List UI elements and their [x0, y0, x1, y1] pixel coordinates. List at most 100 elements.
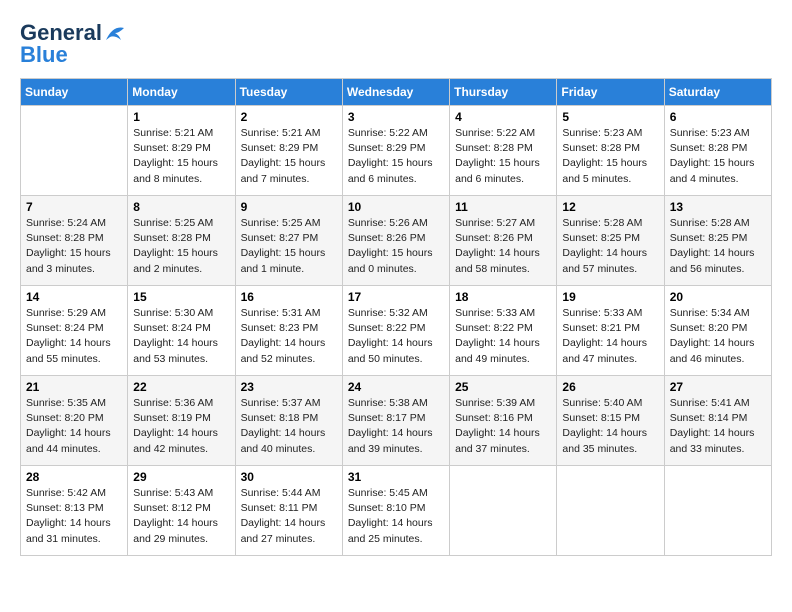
- calendar-cell: 9 Sunrise: 5:25 AM Sunset: 8:27 PM Daylig…: [235, 196, 342, 286]
- calendar-cell: 26Sunrise: 5:40 AM Sunset: 8:15 PM Dayli…: [557, 376, 664, 466]
- day-info: Sunrise: 5:25 AM Sunset: 8:27 PM Dayligh…: [241, 216, 337, 277]
- calendar-cell: 27Sunrise: 5:41 AM Sunset: 8:14 PM Dayli…: [664, 376, 771, 466]
- day-info: Sunrise: 5:28 AM Sunset: 8:25 PM Dayligh…: [670, 216, 766, 277]
- calendar-cell: 17 Sunrise: 5:32 AM Sunset: 8:22 PM Dayli…: [342, 286, 449, 376]
- calendar-cell: 2Sunrise: 5:21 AM Sunset: 8:29 PM Daylig…: [235, 106, 342, 196]
- day-number: 12: [562, 200, 658, 214]
- calendar-cell: 7Sunrise: 5:24 AM Sunset: 8:28 PM Daylig…: [21, 196, 128, 286]
- dow-header-wednesday: Wednesday: [342, 79, 449, 106]
- logo-blue-text: Blue: [20, 42, 68, 68]
- day-number: 11: [455, 200, 551, 214]
- calendar-cell: 8 Sunrise: 5:25 AM Sunset: 8:28 PM Daylig…: [128, 196, 235, 286]
- calendar-cell: 4 Sunrise: 5:22 AM Sunset: 8:28 PM Daylig…: [450, 106, 557, 196]
- calendar-cell: 19 Sunrise: 5:33 AM Sunset: 8:21 PM Dayli…: [557, 286, 664, 376]
- day-info: Sunrise: 5:22 AM Sunset: 8:28 PM Dayligh…: [455, 126, 551, 187]
- day-info: Sunrise: 5:26 AM Sunset: 8:26 PM Dayligh…: [348, 216, 444, 277]
- day-info: Sunrise: 5:42 AM Sunset: 8:13 PM Dayligh…: [26, 486, 122, 547]
- calendar-cell: 5 Sunrise: 5:23 AM Sunset: 8:28 PM Daylig…: [557, 106, 664, 196]
- day-number: 21: [26, 380, 122, 394]
- day-number: 8: [133, 200, 229, 214]
- calendar-cell: 30 Sunrise: 5:44 AM Sunset: 8:11 PM Dayli…: [235, 466, 342, 556]
- day-number: 13: [670, 200, 766, 214]
- day-info: Sunrise: 5:23 AM Sunset: 8:28 PM Dayligh…: [670, 126, 766, 187]
- calendar-cell: 13 Sunrise: 5:28 AM Sunset: 8:25 PM Dayli…: [664, 196, 771, 286]
- day-info: Sunrise: 5:32 AM Sunset: 8:22 PM Dayligh…: [348, 306, 444, 367]
- calendar-cell: 12 Sunrise: 5:28 AM Sunset: 8:25 PM Dayli…: [557, 196, 664, 286]
- logo-bird-icon: [104, 24, 126, 42]
- day-number: 1: [133, 110, 229, 124]
- day-info: Sunrise: 5:30 AM Sunset: 8:24 PM Dayligh…: [133, 306, 229, 367]
- day-number: 30: [241, 470, 337, 484]
- day-number: 20: [670, 290, 766, 304]
- day-number: 15: [133, 290, 229, 304]
- day-number: 10: [348, 200, 444, 214]
- day-number: 3: [348, 110, 444, 124]
- dow-header-sunday: Sunday: [21, 79, 128, 106]
- day-number: 28: [26, 470, 122, 484]
- day-info: Sunrise: 5:33 AM Sunset: 8:21 PM Dayligh…: [562, 306, 658, 367]
- calendar-cell: 11 Sunrise: 5:27 AM Sunset: 8:26 PM Dayli…: [450, 196, 557, 286]
- calendar-cell: [21, 106, 128, 196]
- day-number: 2: [241, 110, 337, 124]
- calendar-cell: 14 Sunrise: 5:29 AM Sunset: 8:24 PM Dayli…: [21, 286, 128, 376]
- calendar-cell: 29 Sunrise: 5:43 AM Sunset: 8:12 PM Dayli…: [128, 466, 235, 556]
- dow-header-thursday: Thursday: [450, 79, 557, 106]
- dow-header-tuesday: Tuesday: [235, 79, 342, 106]
- dow-header-friday: Friday: [557, 79, 664, 106]
- day-number: 19: [562, 290, 658, 304]
- logo: General Blue: [20, 20, 127, 68]
- day-number: 17: [348, 290, 444, 304]
- day-number: 4: [455, 110, 551, 124]
- day-info: Sunrise: 5:25 AM Sunset: 8:28 PM Dayligh…: [133, 216, 229, 277]
- day-info: Sunrise: 5:40 AM Sunset: 8:15 PM Dayligh…: [562, 396, 658, 457]
- day-number: 23: [241, 380, 337, 394]
- day-info: Sunrise: 5:22 AM Sunset: 8:29 PM Dayligh…: [348, 126, 444, 187]
- dow-header-monday: Monday: [128, 79, 235, 106]
- day-info: Sunrise: 5:23 AM Sunset: 8:28 PM Dayligh…: [562, 126, 658, 187]
- calendar-cell: 6 Sunrise: 5:23 AM Sunset: 8:28 PM Daylig…: [664, 106, 771, 196]
- day-number: 14: [26, 290, 122, 304]
- day-number: 31: [348, 470, 444, 484]
- calendar-cell: 16Sunrise: 5:31 AM Sunset: 8:23 PM Dayli…: [235, 286, 342, 376]
- calendar-cell: 21Sunrise: 5:35 AM Sunset: 8:20 PM Dayli…: [21, 376, 128, 466]
- day-number: 24: [348, 380, 444, 394]
- day-info: Sunrise: 5:27 AM Sunset: 8:26 PM Dayligh…: [455, 216, 551, 277]
- day-number: 27: [670, 380, 766, 394]
- day-number: 18: [455, 290, 551, 304]
- calendar-cell: 18 Sunrise: 5:33 AM Sunset: 8:22 PM Dayli…: [450, 286, 557, 376]
- calendar-cell: [664, 466, 771, 556]
- day-number: 22: [133, 380, 229, 394]
- day-info: Sunrise: 5:45 AM Sunset: 8:10 PM Dayligh…: [348, 486, 444, 547]
- day-number: 6: [670, 110, 766, 124]
- calendar-cell: 22 Sunrise: 5:36 AM Sunset: 8:19 PM Dayli…: [128, 376, 235, 466]
- calendar-cell: 15 Sunrise: 5:30 AM Sunset: 8:24 PM Dayli…: [128, 286, 235, 376]
- page-header: General Blue: [20, 20, 772, 68]
- day-number: 29: [133, 470, 229, 484]
- calendar-cell: [557, 466, 664, 556]
- day-number: 5: [562, 110, 658, 124]
- day-number: 16: [241, 290, 337, 304]
- day-info: Sunrise: 5:36 AM Sunset: 8:19 PM Dayligh…: [133, 396, 229, 457]
- day-info: Sunrise: 5:29 AM Sunset: 8:24 PM Dayligh…: [26, 306, 122, 367]
- calendar-cell: 1 Sunrise: 5:21 AM Sunset: 8:29 PM Daylig…: [128, 106, 235, 196]
- day-info: Sunrise: 5:43 AM Sunset: 8:12 PM Dayligh…: [133, 486, 229, 547]
- calendar-cell: 24 Sunrise: 5:38 AM Sunset: 8:17 PM Dayli…: [342, 376, 449, 466]
- day-number: 9: [241, 200, 337, 214]
- calendar-cell: 31 Sunrise: 5:45 AM Sunset: 8:10 PM Dayli…: [342, 466, 449, 556]
- day-info: Sunrise: 5:33 AM Sunset: 8:22 PM Dayligh…: [455, 306, 551, 367]
- day-info: Sunrise: 5:39 AM Sunset: 8:16 PM Dayligh…: [455, 396, 551, 457]
- day-info: Sunrise: 5:21 AM Sunset: 8:29 PM Dayligh…: [133, 126, 229, 187]
- dow-header-saturday: Saturday: [664, 79, 771, 106]
- calendar-cell: 10 Sunrise: 5:26 AM Sunset: 8:26 PM Dayli…: [342, 196, 449, 286]
- calendar-cell: 3 Sunrise: 5:22 AM Sunset: 8:29 PM Daylig…: [342, 106, 449, 196]
- day-info: Sunrise: 5:44 AM Sunset: 8:11 PM Dayligh…: [241, 486, 337, 547]
- day-info: Sunrise: 5:28 AM Sunset: 8:25 PM Dayligh…: [562, 216, 658, 277]
- calendar-cell: 25 Sunrise: 5:39 AM Sunset: 8:16 PM Dayli…: [450, 376, 557, 466]
- calendar-cell: 20Sunrise: 5:34 AM Sunset: 8:20 PM Dayli…: [664, 286, 771, 376]
- day-info: Sunrise: 5:38 AM Sunset: 8:17 PM Dayligh…: [348, 396, 444, 457]
- calendar-table: SundayMondayTuesdayWednesdayThursdayFrid…: [20, 78, 772, 556]
- day-number: 25: [455, 380, 551, 394]
- calendar-cell: [450, 466, 557, 556]
- calendar-cell: 28 Sunrise: 5:42 AM Sunset: 8:13 PM Dayli…: [21, 466, 128, 556]
- day-info: Sunrise: 5:24 AM Sunset: 8:28 PM Dayligh…: [26, 216, 122, 277]
